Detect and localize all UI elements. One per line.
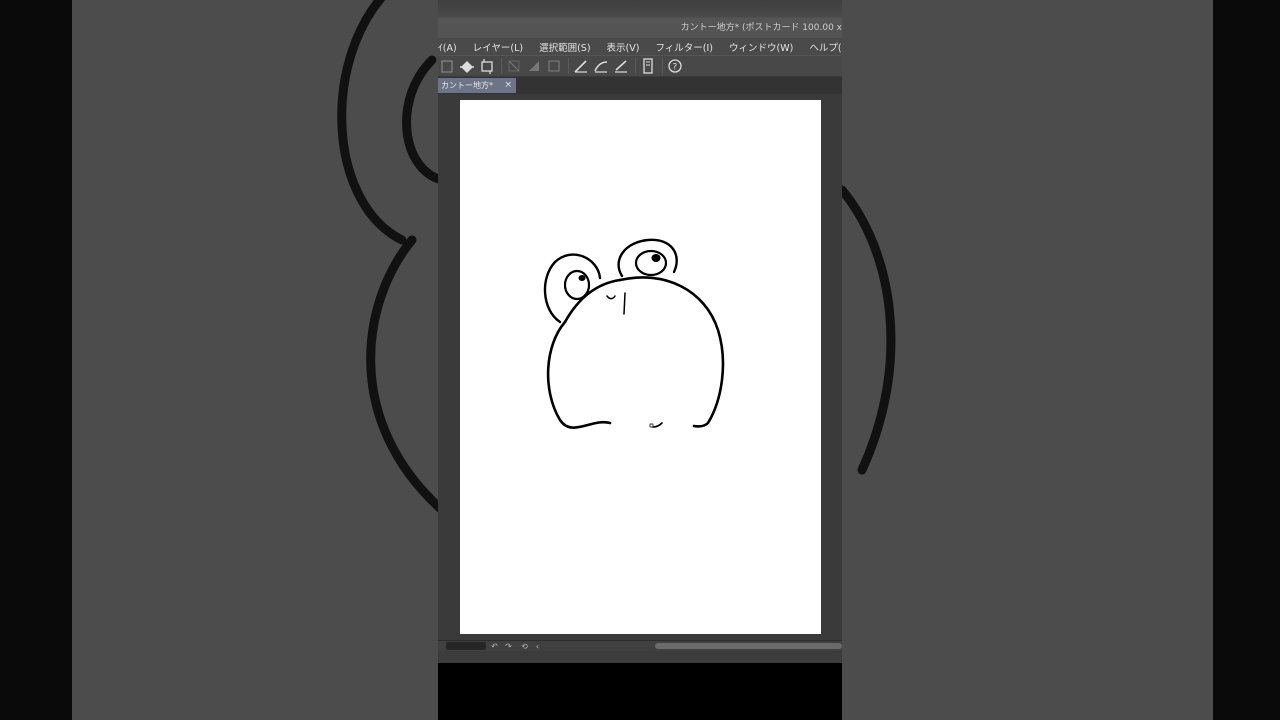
title-bar: カントー地方* (ポストカード 100.00 x [438,0,842,38]
menu-bar: ｲ(A) レイヤー(L) 選択範囲(S) 表示(V) フィルター(I) ウィンド… [438,38,842,55]
toolbar-separator [568,58,569,74]
menu-item-animation[interactable]: ｲ(A) [438,40,465,54]
body-outline-right [618,276,725,428]
background-right-strip [1213,0,1280,720]
toolbar-separator [635,58,636,74]
rotate-left-button[interactable]: ↶ [490,642,499,651]
reset-rotation-button[interactable]: ⟲ [520,642,529,651]
right-eye-inner [634,249,668,277]
left-eye-inner [563,269,591,301]
device-icon[interactable] [639,57,657,75]
menu-item-window[interactable]: ウィンドウ(W) [721,40,801,54]
sketch-drawing [543,238,725,429]
center-stroke [623,292,626,315]
mouth-stroke [606,295,616,300]
scroll-left-button[interactable]: ‹ [533,642,542,651]
horizontal-scrollbar[interactable] [655,643,842,649]
toolbar-separator [662,58,663,74]
ruler-snap-icon[interactable] [572,57,590,75]
toolbar-separator [501,58,502,74]
clipboard-icon[interactable] [438,57,456,75]
body-outline-left [546,320,612,429]
command-bar: ? [438,55,842,77]
status-bar: ↶ ↷ ⟲ ‹ [438,640,842,651]
drawing-canvas[interactable] [460,100,821,634]
curve-snap-icon[interactable] [592,57,610,75]
menu-item-view[interactable]: 表示(V) [599,40,648,54]
app-window: カントー地方* (ポストカード 100.00 x ｲ(A) レイヤー(L) 選択… [438,0,842,720]
clear-selection-icon[interactable] [505,57,523,75]
document-tab[interactable]: カントー地方* × [438,78,516,93]
invert-selection-icon[interactable] [525,57,543,75]
body-top [563,278,622,324]
menu-item-selection[interactable]: 選択範囲(S) [531,40,598,54]
grid-snap-icon[interactable] [612,57,630,75]
document-tab-label: カントー地方* [441,81,493,90]
zoom-control[interactable] [446,642,486,650]
transform-icon[interactable] [478,57,496,75]
rotate-right-button[interactable]: ↷ [504,642,513,651]
menu-item-filter[interactable]: フィルター(I) [647,40,721,54]
svg-text:?: ? [673,63,678,73]
right-eye-pupil [651,254,661,262]
bottom-mark [652,422,663,428]
canvas-workspace [438,94,842,640]
left-eye-pupil [578,275,586,281]
right-eye-outer [617,238,678,278]
fill-icon[interactable] [458,57,476,75]
document-tab-bar: カントー地方* × [438,77,842,94]
close-icon[interactable]: × [504,80,512,90]
menu-item-help[interactable]: ヘルプ(H) [801,40,842,54]
menu-item-layer[interactable]: レイヤー(L) [465,40,531,54]
help-icon[interactable]: ? [666,57,684,75]
footer-panel [438,651,842,663]
window-title: カントー地方* (ポストカード 100.00 x [680,23,842,33]
marquee-icon[interactable] [545,57,563,75]
background-left-strip [0,0,72,720]
letterbox-bottom [438,663,842,720]
